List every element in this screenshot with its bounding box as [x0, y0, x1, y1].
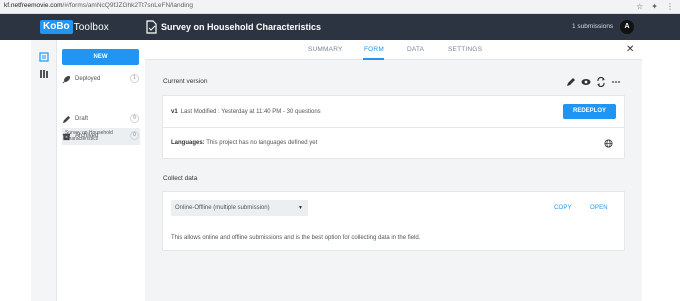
count-badge: 1 [130, 74, 139, 83]
menu-dots-icon[interactable]: ⋮ [666, 2, 674, 11]
collect-data-heading: Collect data [163, 175, 198, 182]
logo-ko: KoBo [40, 20, 73, 34]
edit-icon[interactable] [566, 77, 576, 87]
version-number: v1 [171, 109, 178, 115]
browser-address-bar[interactable]: kf.netfreemovie.com/#/forms/amNcQ9fJZGhk… [0, 0, 680, 14]
languages-text: This project has no languages defined ye… [206, 140, 318, 146]
count-badge: 0 [130, 131, 139, 140]
archive-icon [62, 133, 71, 140]
version-info: v1 Last Modified : Yesterday at 11:40 PM … [171, 109, 321, 115]
collect-description: This allows online and offline submissio… [171, 235, 421, 241]
more-options-icon[interactable] [611, 77, 621, 87]
dropdown-arrow-icon: ▼ [298, 205, 303, 211]
tab-summary[interactable]: SUMMARY [308, 46, 343, 53]
preview-eye-icon[interactable] [581, 77, 591, 87]
tab-bar: SUMMARY FORM DATA SETTINGS [145, 40, 642, 60]
tab-settings[interactable]: SETTINGS [448, 46, 482, 53]
languages-label: Languages: [171, 140, 205, 146]
submission-count: 1 submissions [572, 23, 614, 30]
form-document-icon [146, 20, 157, 34]
new-button[interactable]: NEW [62, 49, 139, 65]
right-gutter [642, 40, 680, 301]
current-version-heading: Current version [163, 78, 208, 85]
tab-data[interactable]: DATA [407, 46, 424, 53]
sidebar-item-archived[interactable]: Archived 0 [62, 130, 140, 142]
open-link-button[interactable]: OPEN [590, 205, 608, 211]
copy-link-button[interactable]: COPY [554, 205, 572, 211]
url-host: kf.netfreemovie.com [4, 2, 63, 9]
extension-icon[interactable]: ✦ [651, 2, 658, 11]
card-divider [162, 127, 625, 128]
active-tab-indicator [363, 58, 384, 60]
library-icon[interactable] [39, 69, 49, 79]
redeploy-button[interactable]: REDEPLOY [563, 104, 616, 119]
project-title: Survey on Household Characteristics [161, 22, 322, 32]
kobotoolbox-logo[interactable]: KoBo Toolbox [40, 20, 109, 34]
sidebar-item-label: Deployed [75, 76, 101, 82]
globe-icon[interactable] [604, 139, 613, 148]
sidebar-item-deployed[interactable]: Deployed 1 [62, 73, 140, 85]
sidebar-item-draft[interactable]: Draft 0 [62, 113, 140, 125]
url-path: /#/forms/amNcQ9fJZGhk2Tt7snLeFN/landing [62, 2, 193, 9]
form-toolbar [566, 77, 621, 87]
logo-toolbox: Toolbox [73, 21, 109, 33]
collect-method-select[interactable]: Online-Offline (multiple submission) ▼ [171, 200, 308, 216]
count-badge: 0 [130, 114, 139, 123]
pencil-icon [62, 115, 71, 123]
select-value: Online-Offline (multiple submission) [175, 205, 270, 211]
languages-row: Languages: This project has no languages… [171, 140, 317, 146]
icon-rail [31, 40, 57, 301]
close-icon[interactable]: ✕ [626, 44, 634, 55]
user-avatar[interactable]: A [620, 20, 634, 34]
tab-form[interactable]: FORM [364, 46, 384, 53]
app-header: KoBo Toolbox Survey on Household Characte… [0, 14, 680, 40]
sidebar: NEW Deployed 1 Survey on Household Chara… [57, 40, 145, 301]
rocket-icon [62, 75, 71, 83]
sidebar-item-label: Archived [75, 133, 99, 139]
last-modified: Last Modified : Yesterday at 11:40 PM - … [180, 109, 321, 115]
url-text[interactable]: kf.netfreemovie.com/#/forms/amNcQ9fJZGhk… [4, 2, 193, 9]
star-icon[interactable]: ☆ [636, 2, 643, 11]
sidebar-item-label: Draft [75, 116, 89, 122]
forms-icon[interactable] [39, 52, 49, 62]
replace-sync-icon[interactable] [596, 77, 606, 87]
